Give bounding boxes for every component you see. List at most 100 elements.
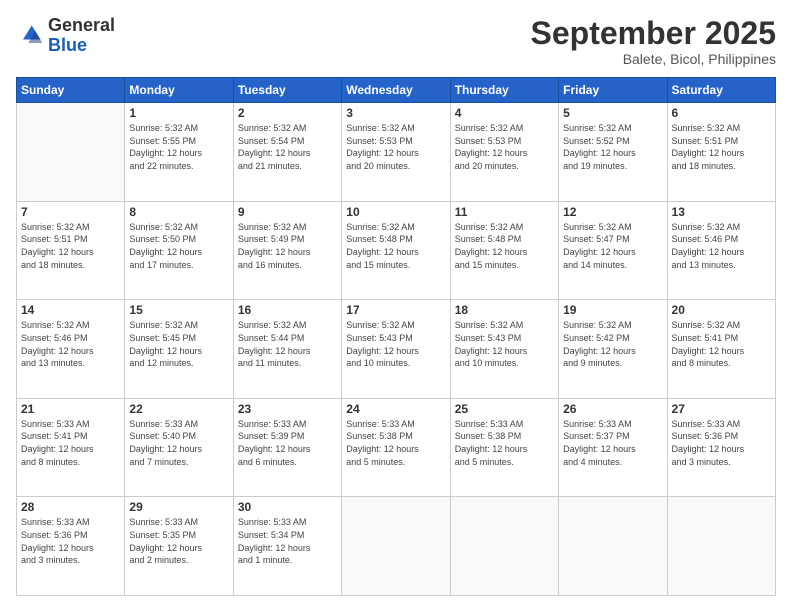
day-info: Sunrise: 5:32 AMSunset: 5:43 PMDaylight:… (455, 319, 554, 369)
table-row: 24 Sunrise: 5:33 AMSunset: 5:38 PMDayligh… (342, 398, 450, 497)
col-thursday: Thursday (450, 78, 558, 103)
day-info: Sunrise: 5:32 AMSunset: 5:47 PMDaylight:… (563, 221, 662, 271)
table-row (342, 497, 450, 596)
calendar-week-row: 28 Sunrise: 5:33 AMSunset: 5:36 PMDayligh… (17, 497, 776, 596)
table-row: 8Sunrise: 5:32 AMSunset: 5:50 PMDaylight… (125, 201, 233, 300)
col-sunday: Sunday (17, 78, 125, 103)
day-number: 25 (455, 402, 554, 416)
table-row: 4Sunrise: 5:32 AMSunset: 5:53 PMDaylight… (450, 103, 558, 202)
day-number: 30 (238, 500, 337, 514)
table-row: 5Sunrise: 5:32 AMSunset: 5:52 PMDaylight… (559, 103, 667, 202)
table-row: 17Sunrise: 5:32 AMSunset: 5:43 PMDayligh… (342, 300, 450, 399)
table-row: 29 Sunrise: 5:33 AMSunset: 5:35 PMDayligh… (125, 497, 233, 596)
day-number: 7 (21, 205, 120, 219)
table-row: 3 Sunrise: 5:32 AMSunset: 5:53 PMDaylight… (342, 103, 450, 202)
logo: General Blue (16, 16, 115, 56)
day-info: Sunrise: 5:32 AMSunset: 5:54 PMDaylight:… (238, 122, 337, 172)
logo-blue-text: Blue (48, 35, 87, 55)
table-row: 28 Sunrise: 5:33 AMSunset: 5:36 PMDayligh… (17, 497, 125, 596)
day-number: 19 (563, 303, 662, 317)
day-number: 6 (672, 106, 771, 120)
table-row: 23 Sunrise: 5:33 AMSunset: 5:39 PMDayligh… (233, 398, 341, 497)
col-saturday: Saturday (667, 78, 775, 103)
day-number: 17 (346, 303, 445, 317)
table-row: 10Sunrise: 5:32 AMSunset: 5:48 PMDayligh… (342, 201, 450, 300)
table-row: 15 Sunrise: 5:32 AMSunset: 5:45 PMDayligh… (125, 300, 233, 399)
day-info: Sunrise: 5:32 AMSunset: 5:50 PMDaylight:… (129, 221, 228, 271)
day-number: 28 (21, 500, 120, 514)
day-number: 24 (346, 402, 445, 416)
day-number: 21 (21, 402, 120, 416)
day-info: Sunrise: 5:33 AMSunset: 5:41 PMDaylight:… (21, 418, 120, 468)
table-row (17, 103, 125, 202)
day-info: Sunrise: 5:32 AMSunset: 5:46 PMDaylight:… (672, 221, 771, 271)
table-row (559, 497, 667, 596)
calendar-week-row: 21 Sunrise: 5:33 AMSunset: 5:41 PMDayligh… (17, 398, 776, 497)
location: Balete, Bicol, Philippines (531, 51, 776, 67)
day-number: 14 (21, 303, 120, 317)
table-row: 22 Sunrise: 5:33 AMSunset: 5:40 PMDayligh… (125, 398, 233, 497)
day-info: Sunrise: 5:33 AMSunset: 5:38 PMDaylight:… (346, 418, 445, 468)
day-info: Sunrise: 5:32 AMSunset: 5:51 PMDaylight:… (672, 122, 771, 172)
table-row: 27 Sunrise: 5:33 AMSunset: 5:36 PMDayligh… (667, 398, 775, 497)
col-friday: Friday (559, 78, 667, 103)
table-row: 7 Sunrise: 5:32 AMSunset: 5:51 PMDaylight… (17, 201, 125, 300)
day-number: 16 (238, 303, 337, 317)
day-number: 23 (238, 402, 337, 416)
table-row: 11Sunrise: 5:32 AMSunset: 5:48 PMDayligh… (450, 201, 558, 300)
day-info: Sunrise: 5:32 AMSunset: 5:53 PMDaylight:… (346, 122, 445, 172)
day-number: 12 (563, 205, 662, 219)
calendar-week-row: 14Sunrise: 5:32 AMSunset: 5:46 PMDayligh… (17, 300, 776, 399)
table-row: 9 Sunrise: 5:32 AMSunset: 5:49 PMDaylight… (233, 201, 341, 300)
day-info: Sunrise: 5:33 AMSunset: 5:35 PMDaylight:… (129, 516, 228, 566)
day-info: Sunrise: 5:33 AMSunset: 5:39 PMDaylight:… (238, 418, 337, 468)
day-info: Sunrise: 5:32 AMSunset: 5:48 PMDaylight:… (346, 221, 445, 271)
day-info: Sunrise: 5:33 AMSunset: 5:36 PMDaylight:… (21, 516, 120, 566)
calendar-header-row: Sunday Monday Tuesday Wednesday Thursday… (17, 78, 776, 103)
col-monday: Monday (125, 78, 233, 103)
table-row: 30 Sunrise: 5:33 AMSunset: 5:34 PMDayligh… (233, 497, 341, 596)
day-info: Sunrise: 5:32 AMSunset: 5:49 PMDaylight:… (238, 221, 337, 271)
table-row: 21 Sunrise: 5:33 AMSunset: 5:41 PMDayligh… (17, 398, 125, 497)
table-row: 13 Sunrise: 5:32 AMSunset: 5:46 PMDayligh… (667, 201, 775, 300)
table-row: 25Sunrise: 5:33 AMSunset: 5:38 PMDayligh… (450, 398, 558, 497)
table-row: 16Sunrise: 5:32 AMSunset: 5:44 PMDayligh… (233, 300, 341, 399)
header: General Blue September 2025 Balete, Bico… (16, 16, 776, 67)
day-number: 18 (455, 303, 554, 317)
col-tuesday: Tuesday (233, 78, 341, 103)
col-wednesday: Wednesday (342, 78, 450, 103)
title-block: September 2025 Balete, Bicol, Philippine… (531, 16, 776, 67)
table-row: 12 Sunrise: 5:32 AMSunset: 5:47 PMDayligh… (559, 201, 667, 300)
day-info: Sunrise: 5:32 AMSunset: 5:41 PMDaylight:… (672, 319, 771, 369)
day-number: 13 (672, 205, 771, 219)
day-number: 4 (455, 106, 554, 120)
day-info: Sunrise: 5:33 AMSunset: 5:36 PMDaylight:… (672, 418, 771, 468)
day-info: Sunrise: 5:32 AMSunset: 5:45 PMDaylight:… (129, 319, 228, 369)
day-info: Sunrise: 5:33 AMSunset: 5:34 PMDaylight:… (238, 516, 337, 566)
day-number: 27 (672, 402, 771, 416)
table-row: 26 Sunrise: 5:33 AMSunset: 5:37 PMDayligh… (559, 398, 667, 497)
day-number: 2 (238, 106, 337, 120)
page: General Blue September 2025 Balete, Bico… (0, 0, 792, 612)
table-row (450, 497, 558, 596)
day-number: 15 (129, 303, 228, 317)
logo-general-text: General (48, 15, 115, 35)
day-number: 26 (563, 402, 662, 416)
day-info: Sunrise: 5:33 AMSunset: 5:37 PMDaylight:… (563, 418, 662, 468)
table-row: 14Sunrise: 5:32 AMSunset: 5:46 PMDayligh… (17, 300, 125, 399)
day-number: 3 (346, 106, 445, 120)
day-number: 9 (238, 205, 337, 219)
day-info: Sunrise: 5:32 AMSunset: 5:48 PMDaylight:… (455, 221, 554, 271)
table-row: 18 Sunrise: 5:32 AMSunset: 5:43 PMDayligh… (450, 300, 558, 399)
day-number: 20 (672, 303, 771, 317)
table-row: 1Sunrise: 5:32 AMSunset: 5:55 PMDaylight… (125, 103, 233, 202)
day-number: 29 (129, 500, 228, 514)
day-number: 22 (129, 402, 228, 416)
day-info: Sunrise: 5:32 AMSunset: 5:51 PMDaylight:… (21, 221, 120, 271)
calendar-week-row: 1Sunrise: 5:32 AMSunset: 5:55 PMDaylight… (17, 103, 776, 202)
day-info: Sunrise: 5:33 AMSunset: 5:40 PMDaylight:… (129, 418, 228, 468)
day-number: 1 (129, 106, 228, 120)
logo-icon (16, 22, 44, 50)
calendar-table: Sunday Monday Tuesday Wednesday Thursday… (16, 77, 776, 596)
table-row: 20 Sunrise: 5:32 AMSunset: 5:41 PMDayligh… (667, 300, 775, 399)
